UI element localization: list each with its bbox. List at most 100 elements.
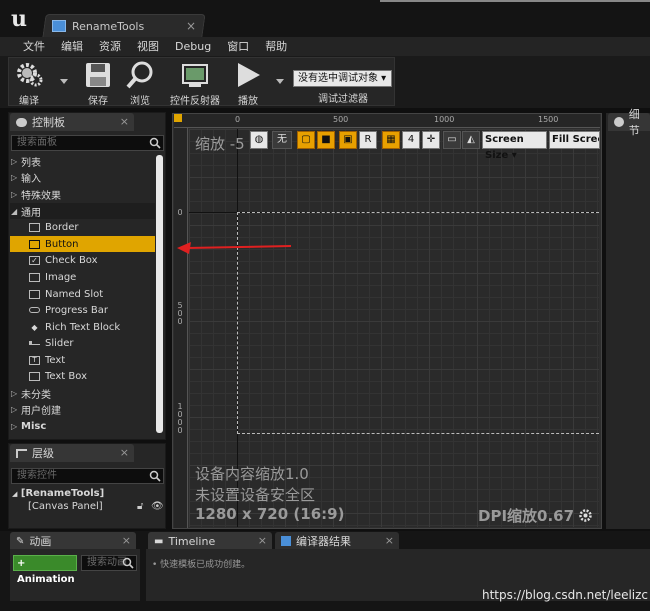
palette-item-slider[interactable]: Slider [10,335,155,351]
grid-snap-button[interactable]: ▦ [382,131,400,149]
unreal-logo-icon[interactable]: u [6,6,32,32]
ruler-tick: 1000 [434,115,455,124]
named-slot-icon [29,289,40,299]
debug-object-select[interactable]: 没有选中调试对象 ▾ [293,70,392,87]
menu-file[interactable]: 文件 [15,37,53,56]
snap-none-button[interactable]: 无 [272,131,292,149]
animation-search-input[interactable]: 搜索动画 [81,555,137,571]
compiler-results-icon [281,536,291,546]
category-effects[interactable]: ▷ 特殊效果 [10,186,155,202]
menu-bar: 文件 编辑 资源 视图 Debug 窗口 帮助 [0,37,650,56]
grid-icon: ▦ [386,134,396,145]
palette-item-label: Button [45,238,79,250]
corner-marker [174,114,182,122]
gear-icon [17,63,43,87]
menu-window[interactable]: 窗口 [219,37,257,56]
grid-size-button[interactable]: 4 [402,131,420,149]
background-image-button[interactable]: ▭ [443,131,461,149]
close-tab-icon[interactable]: × [186,19,196,33]
flip-button[interactable]: ◭ [462,131,480,149]
respect-locks-button[interactable]: R [359,131,377,149]
category-input[interactable]: ▷ 输入 [10,169,155,185]
transform-button[interactable]: ✛ [422,131,440,149]
text-icon: T [29,355,40,365]
category-list[interactable]: ▷ 列表 [10,153,155,169]
palette-item-image[interactable]: Image [10,269,155,285]
close-hierarchy-icon[interactable]: × [120,446,129,459]
ruler-left [174,128,188,528]
title-separator [380,0,650,2]
play-button[interactable]: 播放 [233,60,263,107]
palette-item-text-box[interactable]: Text Box [10,368,155,384]
ruler-tick: 500 [333,115,349,124]
palette-item-check-box[interactable]: ✓ Check Box [10,252,155,268]
palette-item-progress-bar[interactable]: Progress Bar [10,302,155,318]
play-options-chevron-icon[interactable] [276,79,284,84]
info-icon [614,117,624,127]
close-compiler-results-icon[interactable]: × [385,534,394,547]
timeline-icon: ▬ [154,535,164,547]
menu-asset[interactable]: 资源 [91,37,129,56]
palette-item-text[interactable]: T Text [10,352,155,368]
world-space-button[interactable]: ◍ [250,131,268,149]
timeline-tab[interactable]: ▬ Timeline × [148,532,272,550]
details-tab-label: 细节 [628,108,640,137]
widget-reflector-button[interactable]: 控件反射器 [170,60,220,107]
gear-icon[interactable] [578,508,593,523]
outline-toggle-button[interactable]: ▢ [297,131,315,149]
menu-edit[interactable]: 编辑 [53,37,91,56]
menu-view[interactable]: 视图 [129,37,167,56]
lock-toggle-button[interactable]: ■ [317,131,335,149]
palette-list: ▷ 列表 ▷ 输入 ▷ 特殊效果 ◢ 通用 Border Button ✓ Check B… [10,153,155,435]
category-user-created[interactable]: ▷ 用户创建 [10,401,155,417]
palette-search-input[interactable]: 搜索面板 [11,135,164,151]
palette-item-border[interactable]: Border [10,219,155,235]
close-animation-icon[interactable]: × [122,534,131,547]
lock-icon[interactable]: 🔓︎ [137,501,143,512]
details-tab[interactable]: 细节 [608,108,650,137]
document-tab-content[interactable]: RenameTools [52,17,144,35]
device-scale-info: 设备内容缩放1.0 [195,465,309,483]
palette-item-label: Rich Text Block [45,321,121,333]
compile-options-chevron-icon[interactable] [60,79,68,84]
expand-arrow-icon: ▷ [11,388,18,398]
close-timeline-icon[interactable]: × [258,534,267,547]
hierarchy-root-item[interactable]: ◢ [RenameTools] [12,488,104,499]
compiler-results-tab[interactable]: 编译器结果 × [275,532,399,550]
palette-search-placeholder: 搜索面板 [17,137,57,148]
palette-tab[interactable]: 控制板 × [10,113,134,131]
animation-search-placeholder: 搜索动画 [87,557,127,568]
palette-tab-label: 控制板 [32,116,65,129]
magnifier-icon [126,61,153,89]
lock-icon: ■ [321,134,331,145]
layout-toggle-button[interactable]: ▣ [339,131,357,149]
visibility-eye-icon[interactable]: 👁︎ [151,501,164,512]
hierarchy-search-input[interactable]: 搜索控件 [11,468,164,484]
menu-help[interactable]: 帮助 [257,37,295,56]
palette-scrollbar[interactable] [156,155,163,433]
move-icon: ✛ [426,134,436,145]
palette-item-rich-text-block[interactable]: ◆ Rich Text Block [10,319,155,335]
log-message: • 快速模板已成功创建。 [152,560,251,570]
expand-arrow-icon: ▷ [11,404,18,414]
widget-blueprint-icon [52,20,66,32]
browse-button[interactable]: 浏览 [125,60,155,107]
add-animation-button[interactable]: + Animation [13,555,77,585]
check-box-icon: ✓ [29,255,40,265]
category-common[interactable]: ◢ 通用 [10,203,155,219]
category-uncategorized[interactable]: ▷ 未分类 [10,385,155,401]
palette-item-button[interactable]: Button [10,236,155,252]
palette-item-named-slot[interactable]: Named Slot [10,286,155,302]
category-misc[interactable]: ▷ Misc [10,418,155,434]
animation-tab[interactable]: ✎ 动画 × [10,532,136,550]
text-box-icon [29,371,40,381]
play-icon [238,63,260,87]
menu-debug[interactable]: Debug [167,37,219,56]
hierarchy-tab[interactable]: 层级 × [10,444,134,462]
fill-screen-dropdown[interactable]: Fill Screen [549,131,600,149]
compile-button[interactable]: 编译 [14,60,44,107]
save-button[interactable]: 保存 [83,60,113,107]
hierarchy-canvas-panel-item[interactable]: [Canvas Panel] [28,501,103,512]
screen-size-dropdown[interactable]: Screen Size ▾ [482,131,547,161]
close-palette-icon[interactable]: × [120,115,129,128]
